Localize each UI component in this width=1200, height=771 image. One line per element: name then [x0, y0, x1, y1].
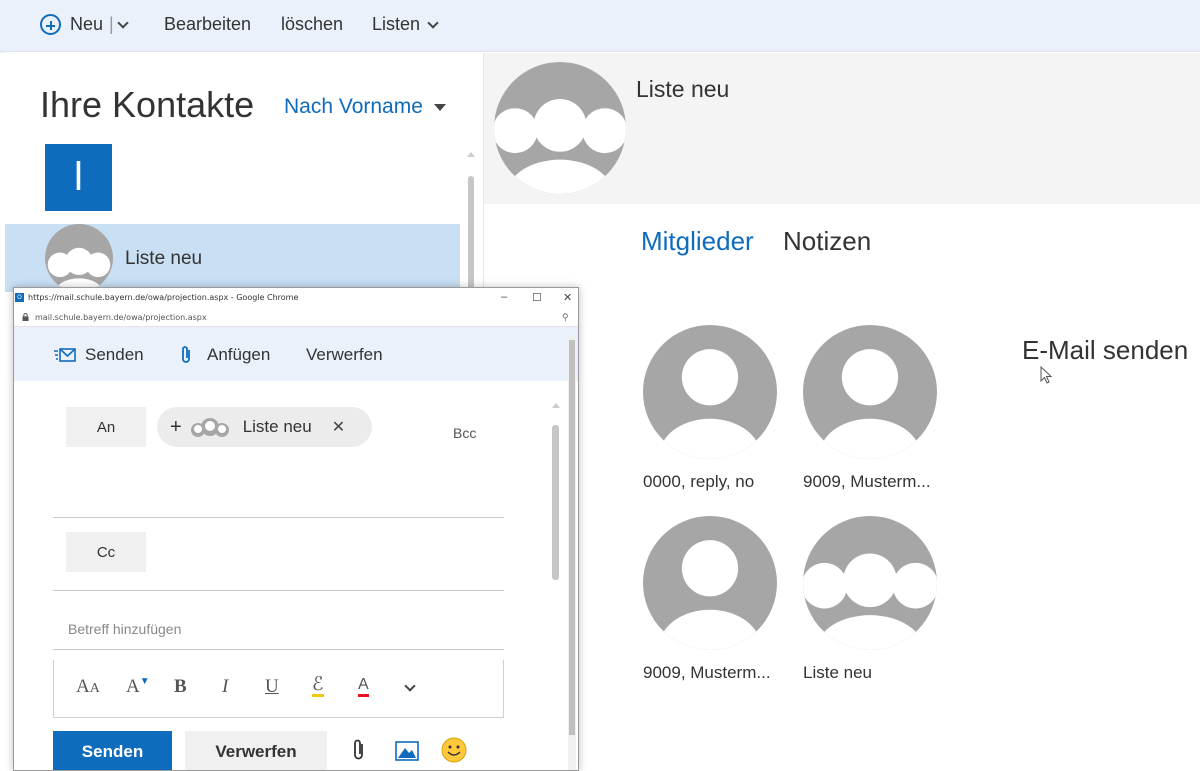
- lists-menu-label: Listen: [372, 14, 421, 34]
- cc-button[interactable]: Cc: [66, 532, 146, 572]
- grow-font-icon[interactable]: A▼: [126, 676, 150, 698]
- window-title: https://mail.schule.bayern.de/owa/projec…: [28, 293, 299, 302]
- outlook-favicon-icon: O: [15, 293, 24, 302]
- sort-dropdown[interactable]: Nach Vorname: [284, 95, 446, 119]
- send-button[interactable]: Senden: [53, 731, 172, 770]
- lock-icon: [22, 313, 29, 321]
- minimize-icon[interactable]: –: [501, 291, 507, 303]
- caret-down-icon: [433, 103, 446, 111]
- member-card[interactable]: 9009, Musterm...: [643, 516, 783, 683]
- person-icon: [643, 516, 777, 650]
- group-icon: [494, 62, 626, 194]
- member-card[interactable]: 9009, Musterm...: [803, 325, 943, 492]
- chevron-down-icon[interactable]: [117, 16, 129, 29]
- sort-dropdown-label: Nach Vorname: [284, 95, 423, 118]
- edit-button[interactable]: Bearbeiten: [164, 14, 251, 35]
- window-titlebar[interactable]: O https://mail.schule.bayern.de/owa/proj…: [14, 288, 578, 309]
- send-mail-icon: [54, 348, 76, 362]
- divider: [53, 517, 504, 518]
- tab-notes[interactable]: Notizen: [783, 226, 871, 257]
- zoom-icon[interactable]: ⚲: [562, 312, 569, 323]
- group-icon: [803, 516, 937, 650]
- member-name: 0000, reply, no: [643, 472, 755, 491]
- recipient-chip[interactable]: + Liste neu ✕: [157, 407, 372, 447]
- italic-icon[interactable]: I: [222, 676, 228, 698]
- discard-button[interactable]: Verwerfen: [185, 731, 327, 770]
- close-icon[interactable]: ✕: [563, 291, 572, 304]
- to-button[interactable]: An: [66, 407, 146, 447]
- add-circle-icon: [40, 14, 61, 35]
- recipient-name: Liste neu: [242, 417, 312, 436]
- compose-scrollbar[interactable]: [552, 425, 559, 580]
- member-name: Liste neu: [803, 663, 872, 682]
- group-icon: [190, 418, 229, 437]
- scroll-up-arrow-icon[interactable]: [552, 403, 560, 408]
- contacts-scrollbar[interactable]: [468, 176, 474, 291]
- group-icon: [45, 224, 113, 292]
- send-email-link[interactable]: E-Mail senden: [1022, 335, 1188, 366]
- attach-command-label: Anfügen: [207, 345, 271, 364]
- highlight-icon[interactable]: ℰ: [312, 675, 324, 697]
- subject-input[interactable]: Betreff hinzufügen: [68, 621, 181, 637]
- address-bar[interactable]: mail.schule.bayern.de/owa/projection.asp…: [14, 309, 578, 327]
- window-scrollbar[interactable]: [569, 340, 575, 735]
- delete-button[interactable]: löschen: [281, 14, 343, 35]
- member-card[interactable]: 0000, reply, no: [643, 325, 783, 492]
- discard-command[interactable]: Verwerfen: [306, 345, 383, 365]
- underline-icon[interactable]: U: [265, 676, 279, 698]
- compose-command-bar: Senden Anfügen Verwerfen: [14, 327, 578, 381]
- chevron-down-icon[interactable]: [404, 674, 416, 696]
- mouse-cursor-icon: [1040, 366, 1053, 384]
- member-card[interactable]: Liste neu: [803, 516, 943, 683]
- attach-command[interactable]: Anfügen: [180, 345, 270, 365]
- paperclip-icon[interactable]: [352, 738, 366, 762]
- insert-picture-icon[interactable]: [395, 741, 419, 761]
- compose-popup-window: O https://mail.schule.bayern.de/owa/proj…: [13, 287, 579, 771]
- chevron-down-icon: [427, 16, 439, 29]
- maximize-icon[interactable]: ☐: [532, 291, 542, 304]
- member-name: 9009, Musterm...: [803, 472, 931, 491]
- emoji-icon[interactable]: [441, 737, 467, 763]
- font-color-icon[interactable]: A: [358, 676, 369, 697]
- font-size-icon[interactable]: AA: [76, 676, 100, 698]
- contact-list-item[interactable]: Liste neu: [5, 224, 460, 292]
- bold-icon[interactable]: B: [174, 676, 187, 698]
- member-name: 9009, Musterm...: [643, 663, 771, 682]
- scroll-up-arrow-icon[interactable]: [467, 152, 475, 157]
- format-toolbar: AA A▼ B I U ℰ A: [53, 660, 504, 718]
- person-icon: [643, 325, 777, 459]
- send-command-label: Senden: [85, 345, 144, 364]
- contacts-heading: Ihre Kontakte: [40, 84, 255, 125]
- divider: [53, 590, 504, 591]
- new-button-label: Neu: [70, 14, 104, 34]
- paperclip-icon: [182, 346, 190, 363]
- contact-name: Liste neu: [125, 248, 203, 269]
- list-title: Liste neu: [636, 76, 730, 102]
- bcc-link[interactable]: Bcc: [453, 425, 476, 441]
- expand-plus-icon[interactable]: +: [170, 416, 182, 439]
- separator: |: [109, 14, 114, 34]
- letter-index-tile[interactable]: l: [45, 144, 112, 211]
- tab-members[interactable]: Mitglieder: [641, 226, 754, 257]
- remove-recipient-icon[interactable]: ✕: [332, 417, 345, 437]
- lists-menu[interactable]: Listen: [372, 14, 439, 35]
- url-text: mail.schule.bayern.de/owa/projection.asp…: [35, 313, 207, 322]
- send-command[interactable]: Senden: [54, 345, 144, 365]
- new-button[interactable]: Neu |: [40, 14, 129, 35]
- person-icon: [803, 325, 937, 459]
- divider: [53, 649, 504, 650]
- command-toolbar: Neu | Bearbeiten löschen Listen: [0, 0, 1200, 52]
